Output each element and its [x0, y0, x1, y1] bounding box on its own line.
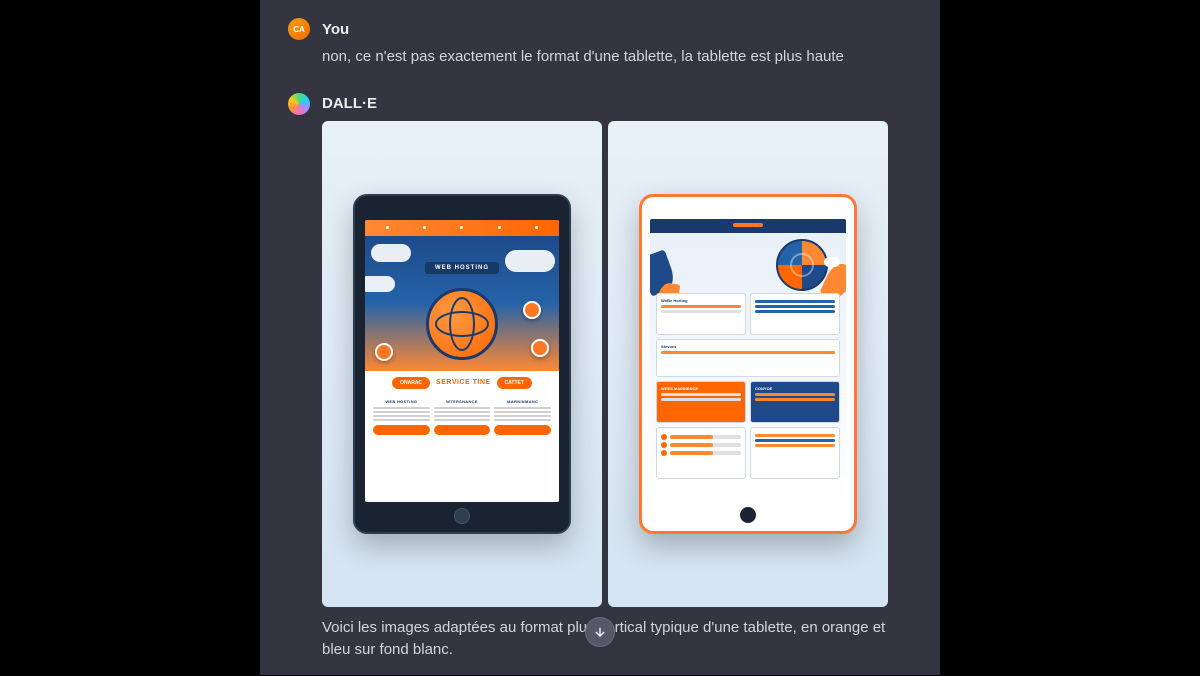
mock-cta-row: ONARAC SERVICE TINE CATTET: [365, 371, 559, 395]
mock-button: [434, 425, 491, 435]
user-avatar: CA: [288, 18, 310, 40]
panel-label: CONYOE: [755, 386, 835, 391]
mock-panel-orange: WEES MAINNENCE: [656, 381, 746, 424]
tablet-mockup-light: WoBe Horting Stevoes: [639, 194, 857, 534]
tablet-screen: WEB HOSTING ONARAC SERVICE TINE CATTET: [365, 220, 559, 502]
cloud-icon: [824, 257, 840, 267]
mock-col-header: MARNINMANC: [494, 399, 551, 404]
user-message: CA You non, ce n'est pas exactement le f…: [260, 8, 940, 83]
mock-cta-right: CATTET: [497, 377, 532, 389]
hero-badge: WEB HOSTING: [425, 262, 499, 274]
generated-image-1[interactable]: WEB HOSTING ONARAC SERVICE TINE CATTET: [322, 121, 602, 607]
user-message-text: non, ce n'est pas exactement le format d…: [322, 46, 912, 69]
cloud-icon: [505, 250, 555, 272]
scroll-down-button[interactable]: [585, 617, 615, 647]
globe-icon: [426, 288, 498, 360]
home-button-icon: [454, 508, 470, 524]
feature-orb-icon: [531, 339, 549, 357]
mock-button: [494, 425, 551, 435]
generated-image-2[interactable]: WoBe Horting Stevoes: [608, 121, 888, 607]
mock-panel: [750, 293, 840, 336]
cloud-icon: [371, 244, 411, 262]
mock-panel-sliders: [656, 427, 746, 479]
tablet-mockup-dark: WEB HOSTING ONARAC SERVICE TINE CATTET: [353, 194, 571, 534]
panel-label: WoBe Horting: [661, 298, 741, 303]
mock-panel: WoBe Horting: [656, 293, 746, 336]
mock-top-bar: [650, 219, 846, 233]
panel-label: WEES MAINNENCE: [661, 386, 741, 391]
home-button-icon: [740, 507, 756, 523]
dalle-avatar: [288, 93, 310, 115]
mock-body: WoBe Horting Stevoes: [650, 233, 846, 505]
assistant-message: DALL·E WEB HOSTING: [260, 83, 940, 676]
cloud-icon: [365, 276, 395, 292]
mock-nav-bar: [365, 220, 559, 236]
mock-columns: WEB HOSTING WTERSNANCE MARNINMANC: [365, 395, 559, 443]
mock-panel-blue: CONYOE: [750, 381, 840, 424]
chat-panel: CA You non, ce n'est pas exactement le f…: [260, 0, 940, 675]
mock-panel: [750, 427, 840, 479]
mock-button: [373, 425, 430, 435]
mock-service-title: SERVICE TINE: [436, 379, 491, 386]
arrow-down-icon: [593, 625, 607, 639]
sender-label: DALL·E: [322, 95, 377, 112]
assistant-response-text: Voici les images adaptées au format plus…: [322, 617, 912, 662]
tablet-screen: WoBe Horting Stevoes: [650, 219, 846, 505]
message-header: CA You: [288, 18, 912, 40]
radar-chart-icon: [776, 239, 828, 291]
feature-orb-icon: [523, 301, 541, 319]
mock-cta-left: ONARAC: [392, 377, 430, 389]
message-header: DALL·E: [288, 93, 912, 115]
sender-label: You: [322, 21, 349, 38]
panel-label: Stevoes: [661, 344, 835, 349]
mock-dashboard-grid: WoBe Horting Stevoes: [656, 293, 840, 499]
mock-panel-wide: Stevoes: [656, 339, 840, 377]
feature-orb-icon: [375, 343, 393, 361]
mock-hero: WEB HOSTING: [365, 236, 559, 371]
mock-col-header: WTERSNANCE: [434, 399, 491, 404]
generated-images-grid: WEB HOSTING ONARAC SERVICE TINE CATTET: [322, 121, 912, 607]
mock-col-header: WEB HOSTING: [373, 399, 430, 404]
avatar-initials: CA: [293, 25, 305, 34]
